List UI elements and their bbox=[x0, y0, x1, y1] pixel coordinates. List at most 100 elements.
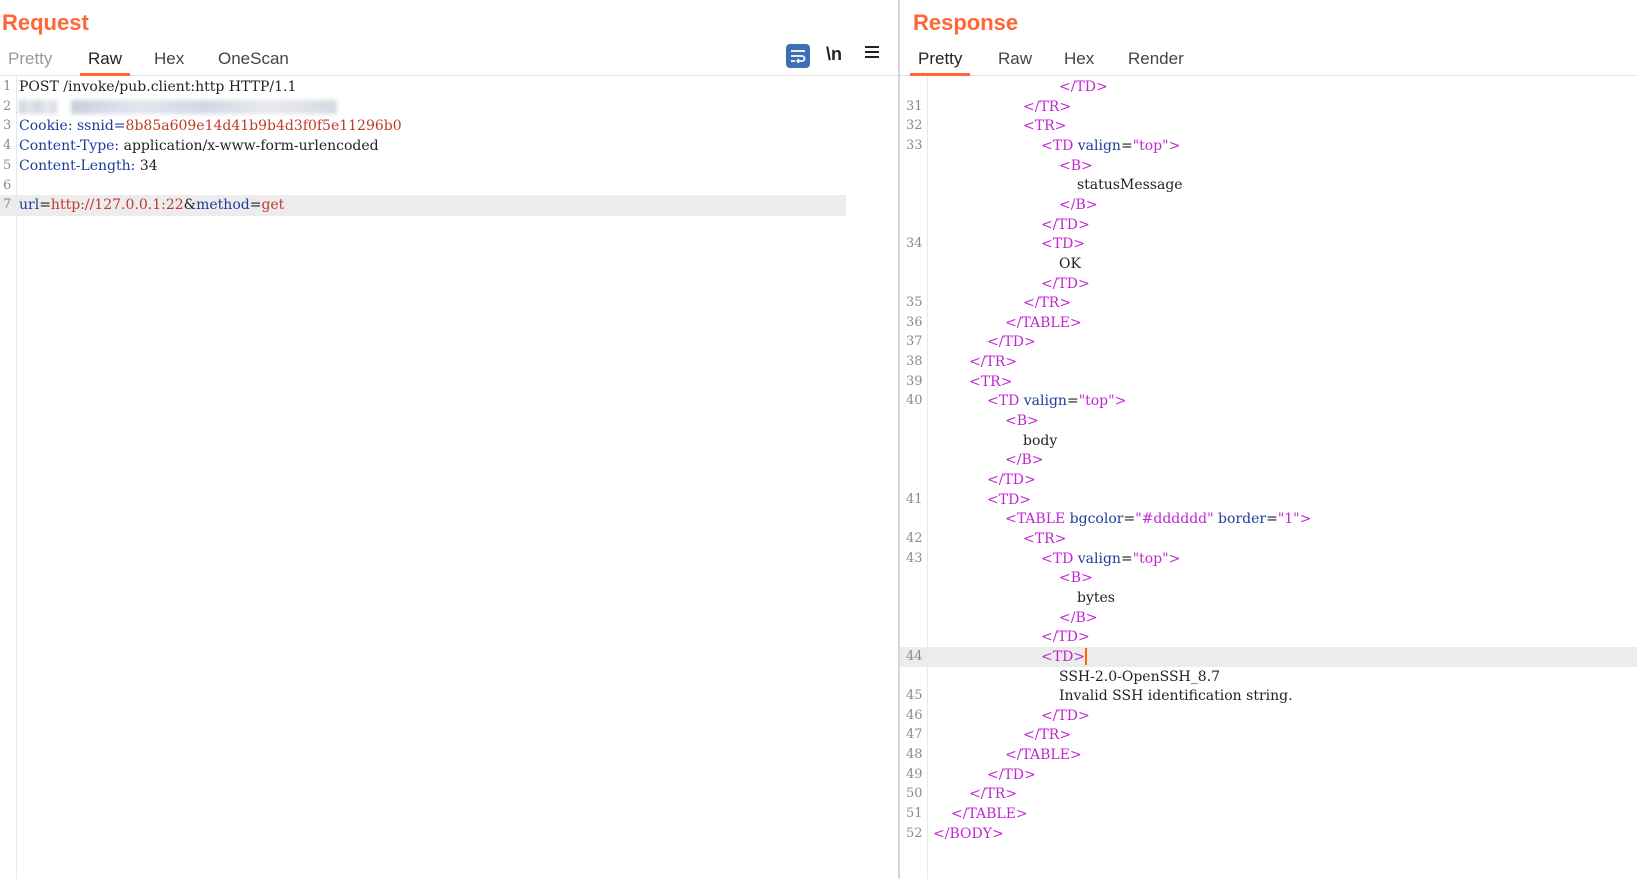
code-line[interactable]: 5 Content-Length: 34 bbox=[0, 156, 898, 176]
code-token: <TR> bbox=[1023, 118, 1067, 135]
code-line[interactable]: 7 url=http://127.0.0.1:22&method=get bbox=[0, 195, 846, 216]
code-line[interactable]: 40 <TD valign="top"> bbox=[900, 391, 1637, 411]
code-line[interactable]: 31 </TR> bbox=[900, 97, 1637, 117]
code-token: = bbox=[1120, 137, 1133, 154]
code-line[interactable]: 44 <TD> bbox=[900, 646, 1637, 668]
code-token: "top"> bbox=[1078, 393, 1127, 410]
code-token: <TD> bbox=[1041, 648, 1086, 665]
code-line[interactable]: </B> bbox=[900, 608, 1637, 628]
code-line[interactable]: 52 </BODY> bbox=[900, 824, 1637, 844]
line-number: 31 bbox=[906, 98, 923, 114]
code-line[interactable]: 38 </TR> bbox=[900, 352, 1637, 372]
code-text: <B> bbox=[1059, 156, 1093, 176]
code-token: <TR> bbox=[1023, 530, 1067, 547]
line-number: 36 bbox=[906, 314, 923, 330]
code-text: </B> bbox=[1059, 608, 1097, 628]
code-line[interactable]: 37 </TD> bbox=[900, 332, 1637, 352]
code-token: bgcolor bbox=[1069, 511, 1124, 528]
code-line[interactable]: 3 Cookie: ssnid=8b85a609e14d41b9b4d3f0f5e… bbox=[0, 116, 898, 136]
tab-pretty[interactable]: Pretty bbox=[0, 49, 60, 69]
show-newlines-button[interactable]: \n bbox=[826, 44, 842, 65]
code-text: </TD> bbox=[1041, 706, 1090, 726]
code-line[interactable]: <B> bbox=[900, 156, 1637, 176]
code-line[interactable]: </TD> bbox=[900, 470, 1637, 490]
line-number: 34 bbox=[906, 236, 923, 252]
response-editor[interactable]: </TD> 31 </TR> 32 <TR> 33 <TD valign="top"> <B>… bbox=[900, 77, 1637, 879]
code-text: <TD valign="top"> bbox=[1041, 136, 1180, 156]
code-token: body bbox=[1023, 432, 1058, 449]
code-token: 34 bbox=[135, 157, 158, 174]
code-token: </B> bbox=[1059, 196, 1098, 213]
code-line[interactable]: 33 <TD valign="top"> bbox=[900, 136, 1637, 156]
code-line[interactable]: bytes bbox=[900, 588, 1637, 608]
tab-render[interactable]: Render bbox=[1120, 49, 1192, 69]
code-line[interactable]: 1 POST /invoke/pub.client:http HTTP/1.1 bbox=[0, 77, 898, 97]
code-text: OK bbox=[1059, 254, 1081, 274]
text-cursor bbox=[1085, 648, 1088, 666]
code-line[interactable]: 32 <TR> bbox=[900, 116, 1637, 136]
code-line[interactable]: 50 </TR> bbox=[900, 784, 1637, 804]
code-line[interactable]: 41 <TD> bbox=[900, 490, 1637, 510]
tab-onescan[interactable]: OneScan bbox=[210, 49, 297, 69]
code-text: </TR> bbox=[969, 784, 1017, 804]
code-line[interactable]: 35 </TR> bbox=[900, 293, 1637, 313]
code-line[interactable]: 51 </TABLE> bbox=[900, 804, 1637, 824]
response-tab-bar: Pretty Raw Hex Render bbox=[900, 47, 1637, 76]
code-line[interactable]: <B> bbox=[900, 568, 1637, 588]
hamburger-menu-icon[interactable] bbox=[864, 43, 880, 64]
code-text: </TD> bbox=[1041, 215, 1090, 235]
code-line[interactable]: 39 <TR> bbox=[900, 372, 1637, 392]
code-text: Invalid SSH identification string. bbox=[1059, 686, 1293, 706]
code-line[interactable]: <B> bbox=[900, 411, 1637, 431]
code-token: </TABLE> bbox=[1005, 747, 1082, 764]
code-line[interactable]: <TABLE bgcolor="#dddddd" border="1"> bbox=[900, 509, 1637, 529]
code-line[interactable]: </TD> bbox=[900, 77, 1637, 97]
tab-hex[interactable]: Hex bbox=[1056, 49, 1102, 69]
code-token: <B> bbox=[1059, 570, 1093, 587]
code-line[interactable]: 42 <TR> bbox=[900, 529, 1637, 549]
code-line[interactable]: OK bbox=[900, 254, 1637, 274]
code-line[interactable]: 36 </TABLE> bbox=[900, 313, 1637, 333]
code-text: <TR> bbox=[1023, 116, 1066, 136]
code-token: SSH-2.0-OpenSSH_8.7 bbox=[1059, 668, 1221, 685]
line-number: 7 bbox=[3, 197, 12, 213]
code-line[interactable]: 6 bbox=[0, 176, 898, 196]
code-line[interactable]: </TD> bbox=[900, 627, 1637, 647]
tab-hex[interactable]: Hex bbox=[146, 49, 192, 69]
code-line[interactable]: 48 </TABLE> bbox=[900, 745, 1637, 765]
tab-raw[interactable]: Raw bbox=[80, 49, 131, 76]
code-line[interactable]: 47 </TR> bbox=[900, 725, 1637, 745]
code-line[interactable]: </B> bbox=[900, 195, 1637, 215]
code-line[interactable]: 4 Content-Type: application/x-www-form-ur… bbox=[0, 136, 898, 156]
code-line[interactable]: 2 bbox=[0, 97, 898, 117]
code-line[interactable]: </B> bbox=[900, 450, 1637, 470]
wrap-lines-button[interactable] bbox=[786, 44, 810, 68]
tab-raw[interactable]: Raw bbox=[990, 49, 1040, 69]
code-text: statusMessage bbox=[1077, 175, 1183, 195]
code-line[interactable]: 45 Invalid SSH identification string. bbox=[900, 686, 1637, 706]
code-text: </B> bbox=[1005, 450, 1043, 470]
code-line[interactable]: </TD> bbox=[900, 274, 1637, 294]
line-number: 42 bbox=[906, 530, 923, 546]
code-token: </BODY> bbox=[933, 825, 1004, 842]
code-text: <TD valign="top"> bbox=[1041, 549, 1180, 569]
code-line[interactable]: statusMessage bbox=[900, 175, 1637, 195]
redacted-block bbox=[71, 99, 337, 114]
code-token: POST /invoke/pub.client:http HTTP/1.1 bbox=[19, 79, 297, 95]
code-text: </TD> bbox=[1059, 77, 1108, 97]
request-editor[interactable]: 1 POST /invoke/pub.client:http HTTP/1.1 2 3… bbox=[0, 77, 898, 879]
code-line[interactable]: 49 </TD> bbox=[900, 765, 1637, 785]
code-line[interactable]: 43 <TD valign="top"> bbox=[900, 549, 1637, 569]
code-line[interactable]: SSH-2.0-OpenSSH_8.7 bbox=[900, 667, 1637, 687]
code-token: </B> bbox=[1059, 609, 1098, 626]
code-token: </TD> bbox=[1041, 275, 1090, 292]
code-line[interactable]: </TD> bbox=[900, 215, 1637, 235]
code-text: <TD> bbox=[987, 490, 1031, 510]
code-line[interactable]: 34 <TD> bbox=[900, 234, 1637, 254]
code-token: valign bbox=[1077, 550, 1121, 567]
tab-pretty[interactable]: Pretty bbox=[910, 49, 971, 76]
code-line[interactable]: 46 </TD> bbox=[900, 706, 1637, 726]
code-token: <TR> bbox=[969, 373, 1013, 390]
code-token: <TD bbox=[987, 393, 1024, 410]
code-line[interactable]: body bbox=[900, 431, 1637, 451]
